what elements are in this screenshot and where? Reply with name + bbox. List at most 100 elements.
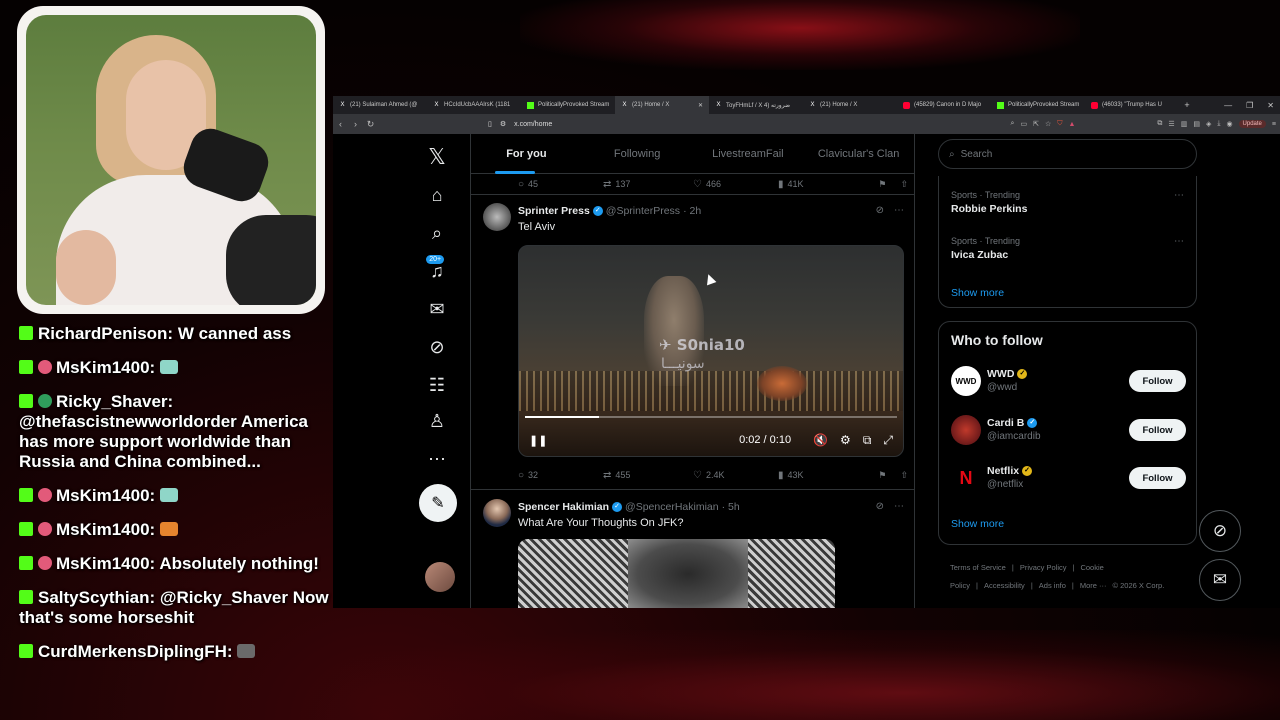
footer-link[interactable]: More ··· [1080, 581, 1107, 590]
search-input[interactable]: ⌕ Search [938, 139, 1197, 169]
back-icon[interactable]: ‹ [333, 119, 348, 129]
repost-button[interactable]: ⇄ 137 [603, 179, 693, 190]
follow-button[interactable]: Follow [1129, 370, 1186, 392]
grok-float-button[interactable]: ⊘ [1199, 510, 1241, 552]
grok-tweet-icon[interactable]: ⊘ [876, 205, 884, 216]
wallet-icon[interactable]: ▤ [1193, 120, 1200, 128]
site-settings-icon[interactable]: ⚙ [500, 120, 506, 128]
browser-tab[interactable]: X HCcIdUcbAAAlrsK (1181 [427, 96, 521, 114]
lists-icon[interactable]: ☷ [416, 370, 458, 400]
tweet-image[interactable] [518, 539, 835, 608]
like-button[interactable]: ♡ 466 [693, 179, 778, 190]
follow-name[interactable]: Netflix [987, 465, 1019, 477]
vpn-icon[interactable]: ◈ [1206, 120, 1211, 128]
pause-icon[interactable]: ❚❚ [529, 434, 547, 447]
profile-icon[interactable]: ◉ [1226, 120, 1232, 128]
reply-button[interactable]: ○ 32 [518, 470, 603, 481]
star-icon[interactable]: ☆ [1045, 120, 1051, 128]
browser-tab[interactable]: (45829) Canon in D Majo [897, 96, 991, 114]
browser-tab[interactable]: PoliticallyProvoked Stream [991, 96, 1085, 114]
sidebar-icon[interactable]: ▥ [1181, 120, 1188, 128]
follow-avatar[interactable]: WWD [951, 366, 981, 396]
tweet-avatar[interactable] [483, 203, 511, 231]
home-icon[interactable]: ⌂ [416, 180, 458, 210]
follow-name[interactable]: WWD [987, 368, 1014, 380]
tweet-time[interactable]: · 2h [683, 205, 701, 217]
footer-link[interactable]: Ads info [1039, 581, 1066, 590]
messages-icon[interactable]: ✉ [416, 294, 458, 324]
trend-item[interactable]: Sports · Trending Ivica Zubac [951, 236, 1020, 261]
footer-link[interactable]: Privacy Policy [1020, 563, 1067, 572]
chat-username[interactable]: MsKim1400: [56, 486, 155, 505]
extensions-icon[interactable]: ⧉ [1157, 120, 1162, 128]
chat-username[interactable]: Ricky_Shaver: [56, 392, 173, 411]
tab-for-you[interactable]: For you [471, 134, 582, 174]
share-tweet-icon[interactable]: ⇧ [900, 470, 908, 481]
show-more-trends[interactable]: Show more [951, 287, 1004, 299]
messages-float-button[interactable]: ✉ [1199, 559, 1241, 601]
url-box[interactable]: ▯ ⚙ x.com/home [488, 120, 552, 129]
account-avatar[interactable] [425, 562, 455, 592]
tweet-time[interactable]: · 5h [722, 501, 740, 513]
x-logo-icon[interactable]: 𝕏 [416, 142, 458, 172]
tab-following[interactable]: Following [582, 134, 693, 174]
bookmark-icon[interactable]: ▯ [488, 120, 492, 128]
fullscreen-icon[interactable]: ⤢ [883, 433, 893, 448]
views-button[interactable]: ▮ 41K [778, 179, 863, 190]
trend-more-icon[interactable]: ⋯ [1174, 190, 1184, 201]
pip-icon[interactable]: ⧉ [863, 433, 872, 448]
follow-button[interactable]: Follow [1129, 419, 1186, 441]
forward-icon[interactable]: › [348, 119, 363, 129]
chat-username[interactable]: MsKim1400: [56, 520, 155, 539]
reading-list-icon[interactable]: ☰ [1168, 120, 1174, 128]
repost-button[interactable]: ⇄ 455 [603, 470, 693, 481]
mute-icon[interactable]: 🔇 [813, 433, 828, 447]
update-button[interactable]: Update [1238, 120, 1266, 128]
browser-tab[interactable]: X (21) Sulaiman Ahmed (@ [333, 96, 427, 114]
restore-icon[interactable]: ❐ [1246, 101, 1253, 110]
footer-link[interactable]: Accessibility [984, 581, 1025, 590]
brave-rewards-icon[interactable]: ▲ [1068, 121, 1075, 128]
footer-link[interactable]: Terms of Service [950, 563, 1006, 572]
author-handle[interactable]: @SpencerHakimian [625, 501, 719, 513]
tweet-sprinter-press[interactable]: Sprinter Press ✓ @SprinterPress · 2h ⊘ ⋯… [471, 195, 914, 490]
trend-item[interactable]: Sports · Trending Robbie Perkins [951, 190, 1027, 215]
browser-tab[interactable]: PoliticallyProvoked Stream [521, 96, 615, 114]
tweet-spencer-hakimian[interactable]: Spencer Hakimian ✓ @SpencerHakimian · 5h… [471, 491, 914, 608]
share-icon[interactable]: ⇱ [1033, 120, 1039, 128]
bookmark-tweet-icon[interactable]: ⚑ [878, 179, 886, 190]
notifications-icon[interactable]: ♫ 20+ [416, 254, 458, 286]
follow-button[interactable]: Follow [1129, 467, 1186, 489]
bookmark-tweet-icon[interactable]: ⚑ [878, 470, 886, 481]
chat-username[interactable]: MsKim1400: [56, 554, 155, 573]
chat-username[interactable]: MsKim1400: [56, 358, 155, 377]
follow-suggestion[interactable]: N Netflix ✓ @netflix Follow [951, 461, 1186, 497]
minimize-icon[interactable]: — [1224, 101, 1232, 110]
zoom-icon[interactable]: ⌕ [1011, 120, 1015, 128]
tab-clavicular-clan[interactable]: Clavicular's Clan [803, 134, 914, 174]
reply-button[interactable]: ○ 45 [518, 179, 603, 190]
close-window-icon[interactable]: ✕ [1267, 101, 1274, 110]
follow-avatar[interactable]: N [951, 463, 981, 493]
brave-shield-icon[interactable]: ⛉ [1057, 120, 1062, 128]
browser-tab[interactable]: X (21) Home / X [803, 96, 897, 114]
close-tab-icon[interactable]: ✕ [698, 102, 703, 109]
more-options-icon[interactable]: ⋯ [894, 205, 904, 216]
new-tab-icon[interactable]: + [1179, 100, 1195, 110]
grok-icon[interactable]: ⊘ [416, 332, 458, 362]
browser-tab[interactable]: (46033) "Trump Has U [1085, 96, 1179, 114]
views-button[interactable]: ▮ 43K [778, 470, 863, 481]
more-options-icon[interactable]: ⋯ [894, 501, 904, 512]
trend-more-icon[interactable]: ⋯ [1174, 236, 1184, 247]
downloads-icon[interactable]: ⤓ [1217, 120, 1220, 128]
video-settings-icon[interactable]: ⚙ [840, 433, 851, 447]
profile-nav-icon[interactable]: ♙ [416, 406, 458, 436]
chat-username[interactable]: SaltyScythian: [38, 588, 155, 607]
show-more-follows[interactable]: Show more [951, 518, 1004, 530]
post-button[interactable]: ✎ [419, 484, 457, 522]
follow-name[interactable]: Cardi B [987, 417, 1024, 429]
grok-tweet-icon[interactable]: ⊘ [876, 501, 884, 512]
browser-tab[interactable]: X ToyFHmLf / X ضرورته (4 [709, 96, 803, 114]
screenshot-icon[interactable]: ▭ [1020, 120, 1027, 128]
follow-suggestion[interactable]: WWD WWD ✓ @wwd Follow [951, 364, 1186, 400]
